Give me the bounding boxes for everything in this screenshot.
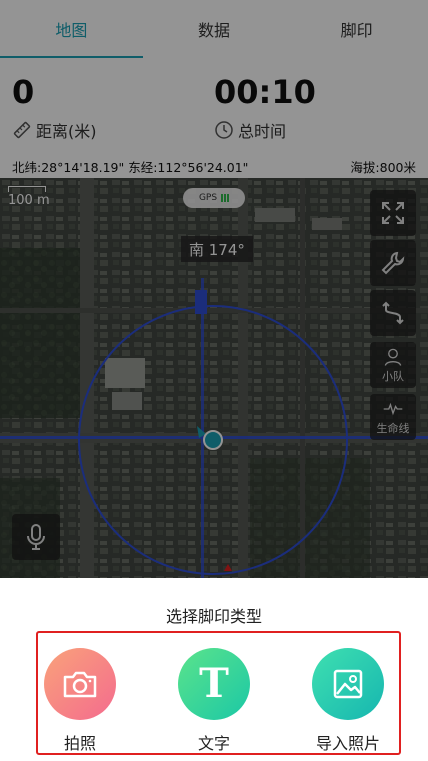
modal-backdrop[interactable] (0, 0, 428, 578)
option-text-label: 文字 (197, 734, 230, 753)
import-circle[interactable] (312, 648, 384, 720)
photo-circle[interactable] (44, 648, 116, 720)
text-circle[interactable]: T (178, 648, 250, 720)
option-photo-label: 拍照 (63, 734, 96, 753)
footprint-type-sheet: 选择脚印类型 拍照 T 文字 导入照片 (0, 578, 428, 761)
text-icon: T (199, 660, 229, 707)
option-import-photo[interactable]: 导入照片 (308, 648, 388, 754)
option-import-label: 导入照片 (315, 734, 380, 753)
sheet-title: 选择脚印类型 (165, 607, 262, 626)
option-photo[interactable]: 拍照 (40, 648, 120, 754)
option-text[interactable]: T 文字 (174, 648, 254, 754)
camera-icon (63, 671, 97, 698)
image-icon (333, 669, 363, 699)
